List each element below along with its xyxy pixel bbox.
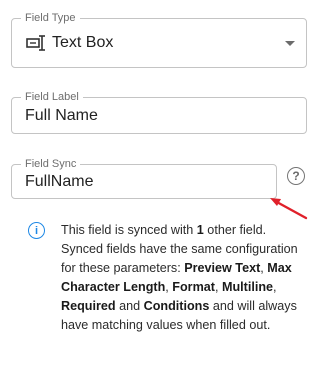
field-label-legend: Field Label	[21, 90, 83, 104]
sync-info-text: This field is synced with 1 other field.…	[61, 223, 298, 332]
text-box-icon	[26, 35, 45, 51]
field-label-value: Full Name	[25, 106, 98, 124]
info-icon: i	[28, 222, 45, 239]
chevron-down-icon[interactable]	[285, 41, 295, 46]
field-type-value: Text Box	[52, 34, 114, 51]
field-label-input[interactable]: Field Label Full Name	[11, 90, 307, 134]
field-sync-value: FullName	[25, 172, 94, 190]
field-type-select[interactable]: Field Type Text Box	[11, 11, 307, 68]
field-sync-legend: Field Sync	[21, 157, 81, 171]
help-icon[interactable]: ?	[287, 167, 305, 185]
field-sync-input[interactable]: Field Sync FullName	[11, 157, 277, 199]
annotation-arrow-icon	[270, 198, 308, 220]
field-type-legend: Field Type	[21, 11, 80, 25]
